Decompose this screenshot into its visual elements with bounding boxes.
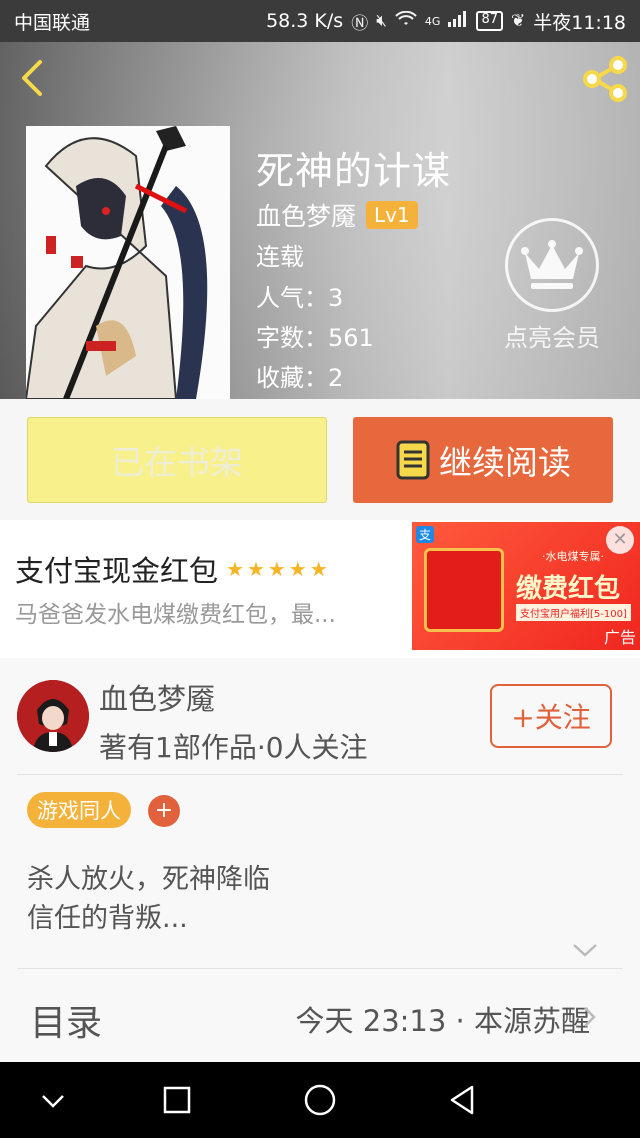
author-row: 血色梦魇 Lv1	[256, 197, 418, 233]
status-icons: 58.3 K/s Ⓝ 🔇︎ 4G 87 ❦ 半夜11:18	[266, 8, 626, 35]
book-title: 死神的计谋	[256, 149, 452, 193]
book-icon	[396, 440, 430, 480]
system-nav-bar	[0, 1062, 640, 1138]
chevron-right-icon	[584, 1007, 596, 1027]
continue-reading-label: 继续阅读	[439, 443, 571, 482]
leaf-icon: ❦	[510, 11, 526, 31]
red-envelope-icon	[424, 548, 504, 632]
word-count-stat: 字数：561	[256, 324, 374, 352]
triangle-back-icon[interactable]	[443, 1081, 481, 1119]
vip-circle	[505, 218, 599, 312]
share-icon	[583, 56, 627, 102]
description-line: 杀人放火，死神降临	[27, 864, 270, 895]
ad-image-tagline: ·水电煤专属·	[542, 550, 604, 563]
author-works-count: 著有1部作品·0人关注	[99, 731, 368, 764]
close-icon: ✕	[612, 529, 628, 550]
carrier-name: 中国联通	[14, 11, 91, 34]
serial-status: 连载	[256, 243, 304, 271]
toc-label: 目录	[30, 1003, 103, 1044]
chevron-down-icon[interactable]	[34, 1081, 72, 1119]
ad-label: 广告	[603, 628, 636, 647]
vip-label: 点亮会员	[504, 324, 600, 352]
level-badge: Lv1	[366, 201, 418, 229]
network-speed: 58.3 K/s	[266, 10, 344, 32]
follow-button[interactable]: +关注	[490, 684, 612, 748]
square-icon[interactable]	[158, 1081, 196, 1119]
on-shelf-button[interactable]: 已在书架	[27, 417, 327, 503]
avatar-illustration	[17, 680, 89, 752]
crown-icon	[521, 240, 583, 289]
genre-tag-label: 游戏同人	[37, 799, 121, 823]
author-panel-name[interactable]: 血色梦魇	[99, 676, 215, 718]
avatar[interactable]	[17, 680, 89, 752]
plus-icon: +	[154, 798, 174, 823]
book-description: 杀人放火，死神降临 信任的背叛...	[27, 860, 270, 938]
ad-description: 马爸爸发水电煤缴费红包，最...	[15, 602, 336, 628]
ad-image-headline: 缴费红包	[516, 574, 621, 604]
table-of-contents-row[interactable]: 目录 今天 23:13 · 本源苏醒	[0, 970, 640, 1062]
book-header: 死神的计谋 血色梦魇 Lv1 连载 人气：3 字数：561 收藏：2 点亮会员	[0, 42, 640, 399]
vip-button[interactable]: 点亮会员	[494, 218, 610, 353]
description-line: 信任的背叛...	[27, 903, 188, 934]
ad-title: 支付宝现金红包	[15, 554, 219, 588]
divider	[17, 968, 623, 969]
rating-stars: ★★★★★	[226, 557, 331, 581]
clock: 半夜11:18	[533, 11, 626, 34]
author-panel: 血色梦魇 著有1部作品·0人关注 +关注 游戏同人 + 杀人放火，死神降临 信任…	[0, 658, 640, 1062]
ad-image-subtext: 支付宝用户福利[5-100]	[516, 604, 631, 621]
add-tag-button[interactable]: +	[148, 795, 180, 827]
follow-label: +关注	[511, 701, 591, 734]
author-name[interactable]: 血色梦魇	[256, 197, 356, 233]
favorites-stat: 收藏：2	[256, 364, 344, 392]
back-button[interactable]	[14, 58, 54, 98]
on-shelf-label: 已在书架	[111, 443, 243, 482]
popularity-stat: 人气：3	[256, 284, 344, 312]
wifi-icon	[395, 10, 417, 32]
status-bar: 中国联通 58.3 K/s Ⓝ 🔇︎ 4G 87 ❦ 半夜11:18	[0, 0, 640, 42]
book-cover[interactable]	[26, 126, 230, 399]
battery-icon: 87	[476, 11, 503, 31]
nfc-icon: Ⓝ	[351, 13, 369, 34]
ad-banner[interactable]: 支付宝现金红包 ★★★★★ 马爸爸发水电煤缴费红包，最... 支 ·水电煤专属·…	[0, 520, 640, 658]
action-bar: 已在书架 继续阅读	[0, 399, 640, 520]
mute-icon: 🔇︎	[376, 11, 387, 31]
network-type: 4G	[424, 14, 441, 28]
signal-icon	[448, 10, 468, 32]
ad-image[interactable]: 支 ·水电煤专属· 缴费红包 支付宝用户福利[5-100] ✕ 广告	[412, 522, 640, 650]
latest-chapter: 今天 23:13 · 本源苏醒	[295, 1004, 590, 1038]
circle-icon[interactable]	[301, 1081, 339, 1119]
share-button[interactable]	[580, 56, 630, 102]
chevron-left-icon	[22, 60, 42, 96]
chevron-down-icon[interactable]	[572, 942, 598, 958]
alipay-icon: 支	[416, 526, 435, 543]
ad-title-row: 支付宝现金红包 ★★★★★	[15, 548, 331, 590]
continue-reading-button[interactable]: 继续阅读	[353, 417, 613, 503]
genre-tag[interactable]: 游戏同人	[27, 792, 131, 828]
divider	[17, 774, 623, 775]
cover-illustration	[26, 126, 230, 399]
ad-close-button[interactable]: ✕	[606, 526, 634, 554]
